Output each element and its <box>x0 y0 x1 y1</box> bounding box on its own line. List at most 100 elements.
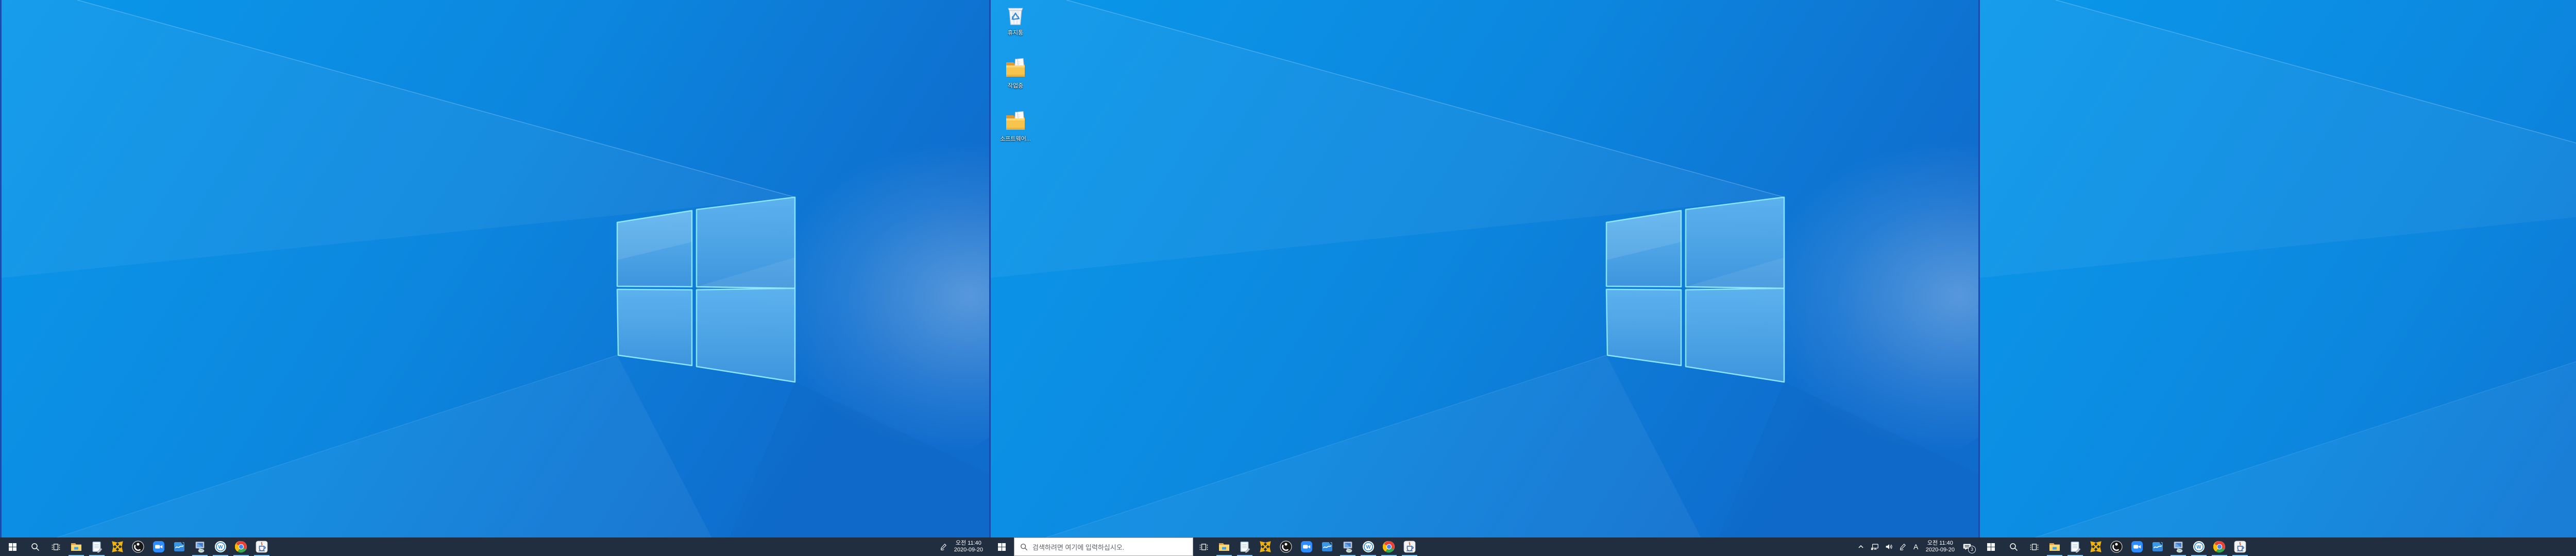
taskbar-app-w-circle-app[interactable]: W <box>210 537 231 556</box>
wallpaper-edge-strip <box>989 0 991 537</box>
java-icon <box>1403 541 1416 553</box>
zoom-icon <box>1300 541 1313 553</box>
start-button[interactable] <box>989 537 1014 556</box>
taskbar-app-yellow-arrows-app[interactable] <box>1255 537 1276 556</box>
task-view-button[interactable] <box>2024 537 2044 556</box>
taskbar-app-obs-studio[interactable] <box>128 537 148 556</box>
file-explorer-icon <box>1218 541 1230 553</box>
notepad-icon <box>2069 541 2081 553</box>
windows-logo-icon <box>998 543 1006 551</box>
notepad-icon <box>1239 541 1251 553</box>
taskbar-app-java-app[interactable] <box>251 537 272 556</box>
task-view-icon <box>52 543 60 551</box>
clock-time: 오전 11:40 <box>954 540 983 547</box>
search-icon <box>1020 543 1028 551</box>
search-placeholder: 검색하려면 여기에 입력하십시오. <box>1032 542 1124 552</box>
monitor-left: W 오전 11:40 2020-09-20 <box>0 0 989 556</box>
start-button[interactable] <box>1978 537 2003 556</box>
desktop-icon-grid: 휴지통 작업중 소프트웨어... <box>995 4 1036 143</box>
task-view-icon <box>2030 543 2039 551</box>
search-button[interactable] <box>2003 537 2024 556</box>
remote-support-icon <box>194 541 206 553</box>
taskbar-app-remote-support-app[interactable] <box>1337 537 1358 556</box>
folder-icon <box>1004 57 1027 80</box>
obs-studio-icon <box>1280 541 1292 553</box>
clock-date: 2020-09-20 <box>954 547 983 553</box>
chevron-up-icon <box>1857 543 1865 551</box>
desktop-icon-recycle-bin[interactable]: 휴지통 <box>995 4 1036 37</box>
svg-text:W: W <box>1366 545 1371 550</box>
taskbar-app-java-app[interactable] <box>2230 537 2250 556</box>
obs-studio-icon <box>2110 541 2123 553</box>
taskbar-app-whiteboard[interactable] <box>2147 537 2168 556</box>
taskbar-app-zoom[interactable] <box>2127 537 2147 556</box>
w-circle-icon: W <box>2193 541 2205 553</box>
file-explorer-icon <box>2048 541 2061 553</box>
taskbar-left-monitor: W 오전 11:40 2020-09-20 <box>0 537 989 556</box>
taskbar-search-input[interactable]: 검색하려면 여기에 입력하십시오. <box>1014 537 1193 556</box>
taskbar-app-notepad[interactable] <box>87 537 107 556</box>
desktop-wallpaper <box>989 0 1978 556</box>
taskbar-app-notepad[interactable] <box>1234 537 1255 556</box>
taskbar-app-zoom[interactable] <box>1296 537 1317 556</box>
yellow-arrows-icon <box>1259 541 1272 553</box>
taskbar-app-remote-support-app[interactable] <box>2168 537 2189 556</box>
taskbar-app-remote-support-app[interactable] <box>190 537 210 556</box>
taskbar-app-whiteboard[interactable] <box>1317 537 1337 556</box>
taskbar-app-java-app[interactable] <box>1399 537 1420 556</box>
obs-studio-icon <box>132 541 144 553</box>
notepad-icon <box>91 541 103 553</box>
taskbar-app-file-explorer[interactable] <box>2044 537 2065 556</box>
taskbar-app-obs-studio[interactable] <box>2106 537 2127 556</box>
windows-ink-pen-icon[interactable] <box>1896 537 1910 556</box>
wallpaper-edge-strip <box>0 0 2 537</box>
whiteboard-icon <box>1321 541 1333 553</box>
w-circle-icon: W <box>1362 541 1375 553</box>
network-status-icon[interactable] <box>1868 537 1882 556</box>
monitor-right: W 오전 11:40 2020-09-20 <box>1978 0 2576 556</box>
desktop-wallpaper <box>1978 0 2576 556</box>
taskbar-app-file-explorer[interactable] <box>66 537 87 556</box>
monitor-center: 휴지통 작업중 소프트웨어... <box>989 0 1978 556</box>
taskbar-app-zoom[interactable] <box>148 537 169 556</box>
taskbar-app-chrome[interactable] <box>2209 537 2230 556</box>
action-center-button[interactable]: 3 <box>1958 537 1976 556</box>
taskbar-app-file-explorer[interactable] <box>1214 537 1234 556</box>
task-view-icon <box>1199 543 1208 551</box>
java-icon <box>256 541 268 553</box>
desktop-icon-label: 휴지통 <box>1008 28 1023 37</box>
taskbar-app-w-circle-app[interactable]: W <box>2189 537 2209 556</box>
taskbar-clock[interactable]: 오전 11:40 2020-09-20 <box>951 540 987 553</box>
desktop-icon-folder-working[interactable]: 작업중 <box>995 57 1036 90</box>
taskbar-clock[interactable]: 오전 11:40 2020-09-20 <box>1922 540 1958 553</box>
wallpaper-edge-strip <box>1978 0 1980 537</box>
taskbar-center-monitor: 검색하려면 여기에 입력하십시오. <box>989 537 1978 556</box>
notification-count-badge: 3 <box>1968 546 1976 553</box>
taskbar-app-yellow-arrows-app[interactable] <box>2086 537 2106 556</box>
ime-mode-indicator[interactable]: A <box>1910 537 1922 556</box>
taskbar-app-whiteboard[interactable] <box>169 537 190 556</box>
start-button[interactable] <box>0 537 25 556</box>
search-icon <box>2009 543 2018 551</box>
windows-logo-icon <box>1987 543 1995 551</box>
zoom-icon <box>152 541 165 553</box>
volume-icon[interactable] <box>1882 537 1896 556</box>
java-icon <box>2234 541 2246 553</box>
desktop-icon-folder-software[interactable]: 소프트웨어... <box>995 110 1036 143</box>
taskbar-app-w-circle-app[interactable]: W <box>1358 537 1379 556</box>
taskbar-app-chrome[interactable] <box>231 537 251 556</box>
search-icon <box>31 543 40 551</box>
recycle-bin-icon <box>1004 4 1027 27</box>
svg-text:W: W <box>218 545 223 550</box>
taskbar-app-yellow-arrows-app[interactable] <box>107 537 128 556</box>
chrome-icon <box>1383 541 1395 553</box>
search-button[interactable] <box>25 537 45 556</box>
tray-expand-chevron[interactable] <box>1854 537 1868 556</box>
taskbar-app-chrome[interactable] <box>1379 537 1399 556</box>
task-view-button[interactable] <box>45 537 66 556</box>
taskbar-app-notepad[interactable] <box>2065 537 2086 556</box>
task-view-button[interactable] <box>1193 537 1214 556</box>
taskbar-app-obs-studio[interactable] <box>1276 537 1296 556</box>
windows-ink-pen-icon[interactable] <box>937 537 951 556</box>
chrome-icon <box>235 541 247 553</box>
